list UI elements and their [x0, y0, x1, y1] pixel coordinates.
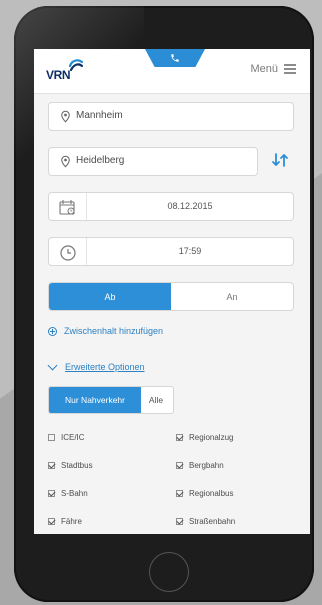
phone-icon: [171, 54, 179, 62]
transport-option[interactable]: Regionalzug: [176, 433, 233, 442]
app-screen: VRN Menü Mannheim Heidelberg 08.12.2015 …: [34, 49, 310, 534]
checkbox-unchecked[interactable]: [48, 434, 55, 441]
checkbox-checked[interactable]: [48, 462, 55, 469]
from-value: Mannheim: [76, 110, 123, 121]
swap-arrows-icon[interactable]: [270, 150, 290, 170]
departure-option[interactable]: Ab: [49, 283, 171, 310]
transport-option[interactable]: ICE/IC: [48, 433, 85, 442]
transport-filter-tabs[interactable]: Nur Nahverkehr Alle: [48, 386, 174, 414]
transport-option[interactable]: Straßenbahn: [176, 517, 235, 526]
transport-option-label: Straßenbahn: [189, 517, 236, 526]
transport-option-label: Regionalbus: [189, 489, 234, 498]
date-value: 08.12.2015: [167, 201, 213, 211]
checkbox-checked[interactable]: [176, 462, 183, 469]
transport-option-label: S-Bahn: [61, 489, 88, 498]
clock-icon-box: [49, 238, 87, 267]
logo-arc-icon: [68, 59, 84, 72]
transport-option-label: ICE/IC: [61, 433, 85, 442]
vrn-logo: VRN: [46, 58, 86, 82]
add-intermediate-stop-link[interactable]: Zwischenhalt hinzufügen: [48, 326, 163, 336]
arrival-option[interactable]: An: [171, 283, 293, 310]
checkbox-checked[interactable]: [176, 490, 183, 497]
menu-button[interactable]: Menü: [250, 63, 296, 75]
logo-text: VRN: [46, 68, 71, 82]
checkbox-checked[interactable]: [176, 434, 183, 441]
transport-option-label: Stadtbus: [61, 461, 93, 470]
transport-option-label: Bergbahn: [189, 461, 224, 470]
date-field[interactable]: 08.12.2015: [48, 192, 294, 222]
checkbox-checked[interactable]: [176, 518, 183, 525]
all-transport-tab[interactable]: Alle: [139, 387, 173, 413]
phone-tab-button[interactable]: [145, 49, 205, 67]
top-bar: VRN Menü: [34, 49, 310, 94]
home-button[interactable]: [149, 552, 189, 592]
transport-option-label: Fähre: [61, 517, 82, 526]
transport-option-label: Regionalzug: [189, 433, 234, 442]
local-transport-tab[interactable]: Nur Nahverkehr: [49, 387, 141, 413]
checkbox-checked[interactable]: [48, 490, 55, 497]
transport-option[interactable]: S-Bahn: [48, 489, 88, 498]
circle-plus-icon: [48, 326, 57, 336]
checkbox-checked[interactable]: [48, 518, 55, 525]
extended-options-toggle[interactable]: Erweiterte Optionen: [48, 362, 145, 372]
hamburger-menu-icon: [284, 64, 296, 74]
transport-option[interactable]: Regionalbus: [176, 489, 233, 498]
add-intermediate-text: Zwischenhalt hinzufügen: [64, 326, 164, 336]
clock-icon: [59, 244, 76, 261]
calendar-icon: [59, 200, 75, 215]
transport-option[interactable]: Stadtbus: [48, 461, 93, 470]
map-pin-icon: [61, 110, 70, 123]
to-value: Heidelberg: [76, 155, 125, 166]
menu-label: Menü: [250, 63, 278, 75]
time-field[interactable]: 17:59: [48, 237, 294, 267]
trip-form: Mannheim Heidelberg 08.12.2015 17:59 Ab …: [34, 94, 310, 534]
chevron-down-icon: [48, 364, 58, 371]
map-pin-icon: [61, 155, 70, 168]
transport-option[interactable]: Bergbahn: [176, 461, 224, 470]
transport-option[interactable]: Fähre: [48, 517, 82, 526]
time-value: 17:59: [178, 246, 202, 256]
to-field[interactable]: Heidelberg: [48, 147, 258, 176]
calendar-icon-box: [49, 193, 87, 222]
extended-options-text: Erweiterte Optionen: [65, 362, 145, 372]
departure-arrival-toggle[interactable]: Ab An: [48, 282, 294, 311]
from-field[interactable]: Mannheim: [48, 102, 294, 131]
